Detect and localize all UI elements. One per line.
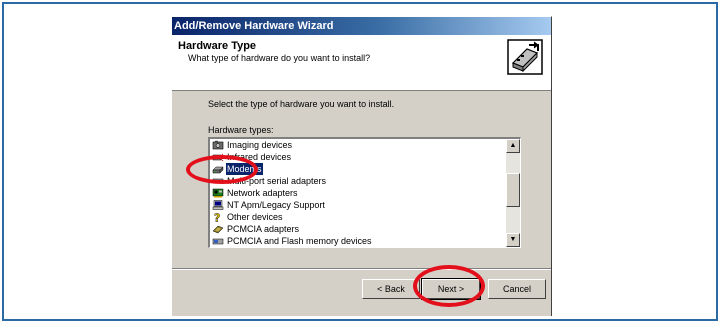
- instruction-text: Select the type of hardware you want to …: [208, 99, 395, 109]
- cancel-button[interactable]: Cancel: [488, 279, 546, 299]
- arrow-down-icon: ▼: [509, 236, 517, 243]
- question-mark-icon: ?: [214, 212, 221, 222]
- list-item-pcmcia-adapters[interactable]: PCMCIA adapters: [210, 223, 506, 235]
- camera-icon: [212, 140, 224, 150]
- page-subtitle: What type of hardware do you want to ins…: [188, 53, 371, 63]
- list-item-network-adapters[interactable]: Network adapters: [210, 187, 506, 199]
- list-item-nt-apm-legacy-support[interactable]: NT Apm/Legacy Support: [210, 199, 506, 211]
- highlight-circle-modems: [186, 155, 258, 184]
- scroll-thumb[interactable]: [506, 173, 520, 207]
- flash-card-icon: [212, 238, 224, 245]
- back-button[interactable]: < Back: [362, 279, 420, 299]
- svg-text:?: ?: [214, 212, 220, 222]
- scroll-down-button[interactable]: ▼: [506, 233, 520, 247]
- title-bar[interactable]: Add/Remove Hardware Wizard: [172, 17, 551, 35]
- list-item-imaging-devices[interactable]: Imaging devices: [210, 139, 506, 151]
- footer-divider: [172, 268, 551, 270]
- list-items: Imaging devices Infrared devices Modems: [210, 139, 506, 247]
- computer-icon: [212, 200, 224, 210]
- highlight-circle-next: [413, 265, 485, 307]
- window-title: Add/Remove Hardware Wizard: [174, 20, 334, 32]
- wizard-header: Hardware Type What type of hardware do y…: [172, 35, 551, 91]
- arrow-up-icon: ▲: [509, 142, 517, 149]
- list-item-label: Imaging devices: [227, 140, 293, 150]
- hardware-types-label: Hardware types:: [208, 125, 274, 135]
- list-item-other-devices[interactable]: ? Other devices: [210, 211, 506, 223]
- hardware-types-list[interactable]: Imaging devices Infrared devices Modems: [208, 137, 521, 248]
- network-adapter-icon: [212, 188, 224, 198]
- pcmcia-card-icon: [212, 225, 224, 234]
- list-item-label: Other devices: [227, 212, 283, 222]
- list-item-label: PCMCIA and Flash memory devices: [227, 236, 372, 246]
- hardware-wizard-icon: [507, 39, 543, 75]
- list-item-label: NT Apm/Legacy Support: [227, 200, 325, 210]
- page-title: Hardware Type: [178, 40, 257, 52]
- list-scrollbar[interactable]: ▲ ▼: [506, 139, 520, 247]
- scroll-up-button[interactable]: ▲: [506, 139, 520, 153]
- list-item-label: Network adapters: [227, 188, 298, 198]
- list-item-pcmcia-flash-memory-devices[interactable]: PCMCIA and Flash memory devices: [210, 235, 506, 247]
- list-item-label: PCMCIA adapters: [227, 224, 300, 234]
- list-item-multi-port-serial-adapters[interactable]: Multi-port serial adapters: [210, 175, 506, 187]
- list-item-infrared-devices[interactable]: Infrared devices: [210, 151, 506, 163]
